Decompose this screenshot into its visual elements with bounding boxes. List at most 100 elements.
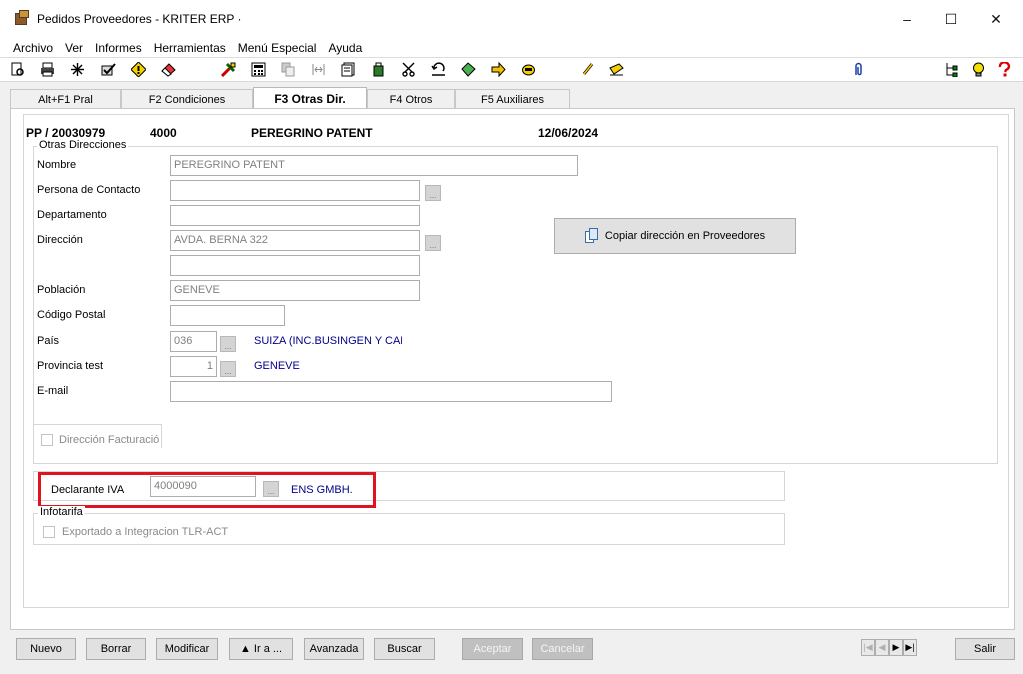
- bottle-icon[interactable]: [370, 61, 387, 78]
- menu-bar: Archivo Ver Informes Herramientas Menú E…: [0, 38, 1023, 58]
- nuevo-button[interactable]: Nuevo: [16, 638, 76, 660]
- nav-first-button[interactable]: |◀: [861, 639, 875, 656]
- maximize-button[interactable]: ☐: [928, 0, 974, 38]
- warning-icon[interactable]: [130, 61, 147, 78]
- provincia-label: Provincia test: [37, 360, 104, 372]
- cancelar-button[interactable]: Cancelar: [532, 638, 593, 660]
- otras-direcciones-group: Otras Direcciones Nombre PEREGRINO PATEN…: [33, 139, 998, 464]
- aceptar-button[interactable]: Aceptar: [462, 638, 523, 660]
- direccion2-field[interactable]: [170, 255, 420, 276]
- tools-icon[interactable]: [220, 61, 237, 78]
- pen-icon[interactable]: [608, 61, 625, 78]
- tab-auxiliares[interactable]: F5 Auxiliares: [455, 89, 570, 109]
- app-icon: [13, 10, 31, 28]
- undo-icon[interactable]: [430, 61, 447, 78]
- supplier-name: PEREGRINO PATENT: [251, 126, 373, 140]
- nav-prev-button[interactable]: ◀: [875, 639, 889, 656]
- nav-next-button[interactable]: ▶: [889, 639, 903, 656]
- modificar-button[interactable]: Modificar: [156, 638, 218, 660]
- document-icon[interactable]: [340, 61, 357, 78]
- order-code: PP / 20030979: [26, 126, 106, 140]
- provincia-field[interactable]: 1: [170, 356, 217, 377]
- declarante-label: Declarante IVA: [51, 484, 125, 496]
- preview-icon[interactable]: [9, 61, 26, 78]
- eraser-icon[interactable]: [160, 61, 177, 78]
- poblacion-field[interactable]: GENEVE: [170, 280, 420, 301]
- menu-ayuda[interactable]: Ayuda: [322, 41, 368, 55]
- menu-ver[interactable]: Ver: [59, 41, 89, 55]
- otras-direcciones-label: Otras Direcciones: [37, 139, 129, 151]
- arrow-icon[interactable]: [490, 61, 507, 78]
- paperclip-icon[interactable]: [850, 61, 867, 78]
- copiar-direccion-label: Copiar dirección en Proveedores: [604, 230, 766, 242]
- tree-icon[interactable]: [942, 61, 959, 78]
- contacto-label: Persona de Contacto: [37, 184, 141, 196]
- cp-field[interactable]: [170, 305, 285, 326]
- salir-button[interactable]: Salir: [955, 638, 1015, 660]
- menu-menu-especial[interactable]: Menú Especial: [232, 41, 323, 55]
- star-icon[interactable]: [69, 61, 86, 78]
- provincia-name: GENEVE: [254, 360, 300, 372]
- window-title: Pedidos Proveedores - KRITER ERP ·: [37, 12, 242, 26]
- declarante-lookup-button[interactable]: ...: [263, 481, 279, 497]
- toolbar: [0, 58, 1023, 82]
- declarante-name: ENS GMBH.: [291, 484, 353, 496]
- copy-pages-icon: [584, 228, 599, 244]
- ir-a-button[interactable]: ▲ Ir a ...: [229, 638, 293, 660]
- tab-otras-dir[interactable]: F3 Otras Dir.: [253, 87, 367, 110]
- exportado-label: Exportado a Integracion TLR-ACT: [62, 526, 229, 538]
- bottom-bar: Nuevo Borrar Modificar ▲ Ir a ... Avanza…: [0, 632, 1023, 674]
- nav-last-button[interactable]: ▶|: [903, 639, 917, 656]
- departamento-field[interactable]: [170, 205, 420, 226]
- copy-icon[interactable]: [280, 61, 297, 78]
- direccion-lookup-button[interactable]: ...: [425, 235, 441, 251]
- buscar-button[interactable]: Buscar: [374, 638, 435, 660]
- menu-archivo[interactable]: Archivo: [0, 41, 59, 55]
- menu-informes[interactable]: Informes: [89, 41, 148, 55]
- pais-field[interactable]: 036: [170, 331, 217, 352]
- borrar-button[interactable]: Borrar: [86, 638, 146, 660]
- infotarifa-label: Infotarifa: [38, 506, 85, 518]
- gem-icon[interactable]: [460, 61, 477, 78]
- tab-otros[interactable]: F4 Otros: [367, 89, 455, 109]
- tab-condiciones[interactable]: F2 Condiciones: [121, 89, 253, 109]
- close-button[interactable]: ✕: [973, 0, 1019, 38]
- bell-icon[interactable]: [520, 61, 537, 78]
- avanzada-button[interactable]: Avanzada: [304, 638, 364, 660]
- tab-pral[interactable]: Alt+F1 Pral: [10, 89, 121, 109]
- content-panel: PP / 20030979 4000 PEREGRINO PATENT 12/0…: [23, 114, 1009, 608]
- contacto-lookup-button[interactable]: ...: [425, 185, 441, 201]
- bulb-icon[interactable]: [970, 61, 987, 78]
- calculator-icon[interactable]: [250, 61, 267, 78]
- minimize-button[interactable]: –: [884, 0, 930, 38]
- check-icon[interactable]: [100, 61, 117, 78]
- declarante-field[interactable]: 4000090: [150, 476, 256, 497]
- direccion-label: Dirección: [37, 234, 83, 246]
- direccion-field[interactable]: AVDA. BERNA 322: [170, 230, 420, 251]
- clip-icon[interactable]: [580, 61, 597, 78]
- menu-herramientas[interactable]: Herramientas: [148, 41, 232, 55]
- nombre-label: Nombre: [37, 159, 77, 171]
- help-icon[interactable]: [996, 61, 1013, 78]
- exportado-checkbox[interactable]: [43, 526, 55, 538]
- provincia-lookup-button[interactable]: ...: [220, 361, 236, 377]
- pais-name: SUIZA (INC.BUSINGEN Y CAN: [254, 335, 402, 347]
- departamento-label: Departamento: [37, 209, 107, 221]
- erp-window: Pedidos Proveedores - KRITER ERP · – ☐ ✕…: [0, 0, 1023, 674]
- pais-lookup-button[interactable]: ...: [220, 336, 236, 352]
- facturacion-label: Dirección Facturació: [59, 434, 160, 446]
- scissors-icon[interactable]: [400, 61, 417, 78]
- split-icon[interactable]: [310, 61, 327, 78]
- infotarifa-group: Infotarifa Exportado a Integracion TLR-A…: [33, 506, 785, 545]
- print-icon[interactable]: [39, 61, 56, 78]
- tab-page: PP / 20030979 4000 PEREGRINO PATENT 12/0…: [10, 108, 1015, 630]
- cp-label: Código Postal: [37, 309, 106, 321]
- copiar-direccion-button[interactable]: Copiar dirección en Proveedores: [554, 218, 796, 254]
- contacto-field[interactable]: [170, 180, 420, 201]
- nombre-field[interactable]: PEREGRINO PATENT: [170, 155, 578, 176]
- tab-strip: Alt+F1 Pral F2 Condiciones F3 Otras Dir.…: [10, 87, 570, 110]
- email-field[interactable]: [170, 381, 612, 402]
- order-date: 12/06/2024: [538, 126, 599, 140]
- title-bar: Pedidos Proveedores - KRITER ERP · – ☐ ✕: [0, 0, 1023, 38]
- facturacion-checkbox[interactable]: [41, 434, 53, 446]
